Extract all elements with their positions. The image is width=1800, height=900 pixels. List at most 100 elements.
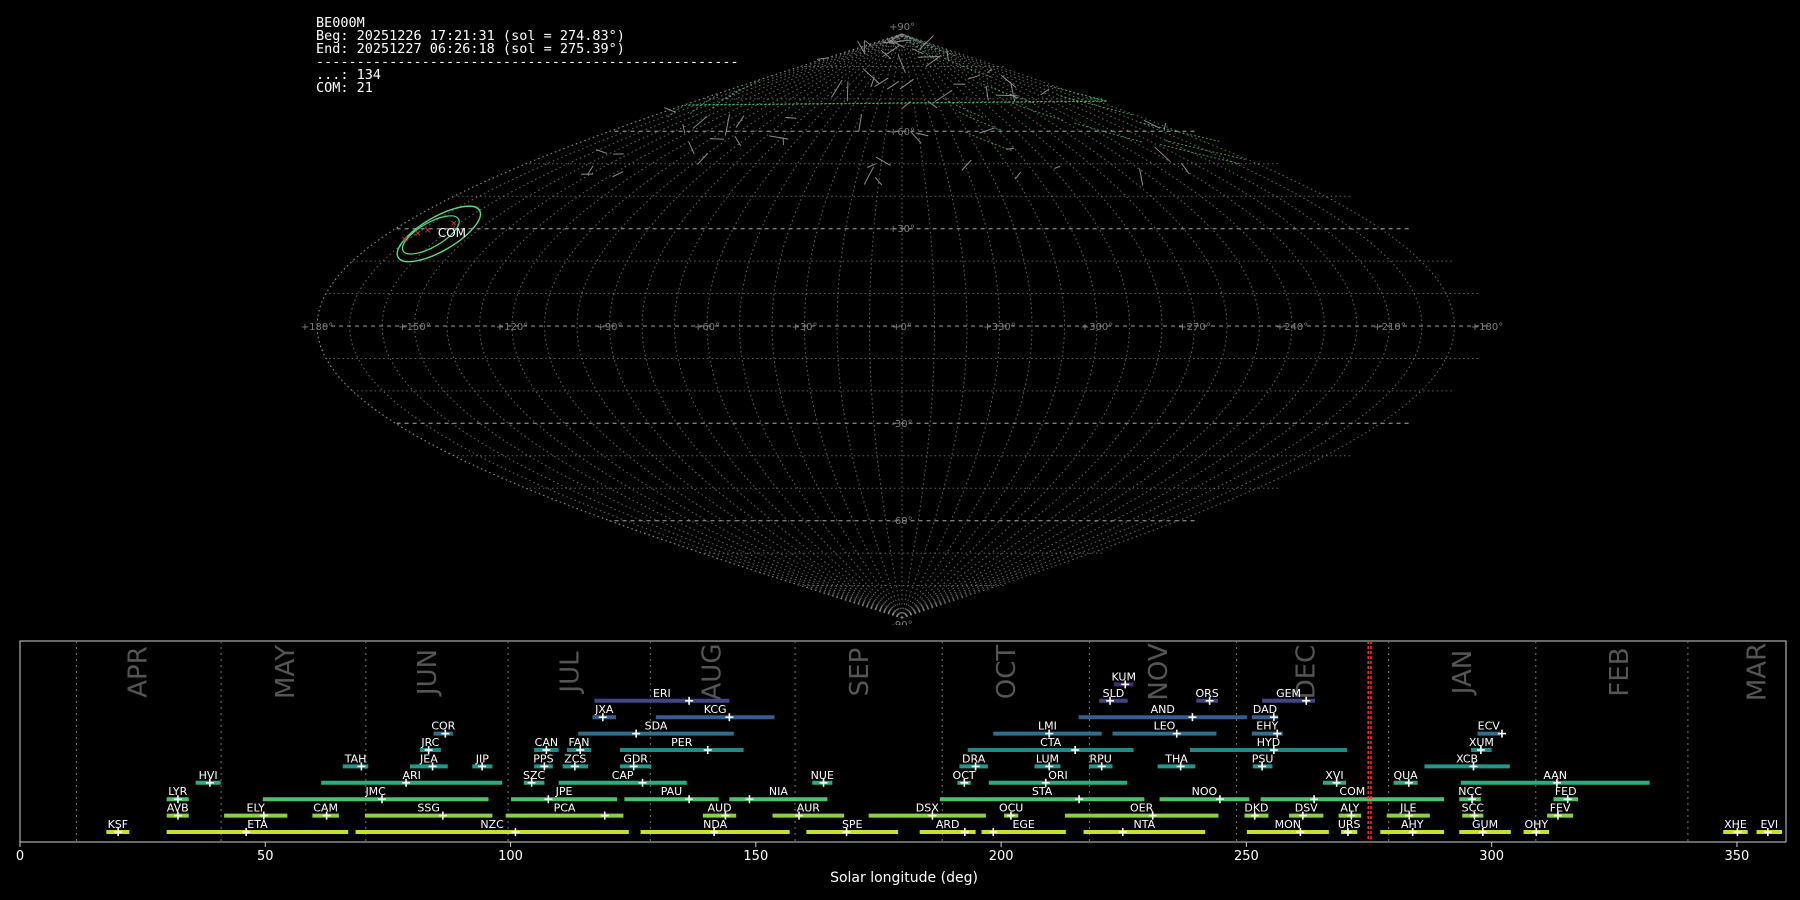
latitude-label: +30° [889, 224, 915, 235]
shower-label: AUD [708, 802, 732, 815]
shower-label: XVI [1325, 769, 1343, 782]
shower-ksf: KSF [106, 818, 130, 836]
latitude-label: -60° [891, 516, 912, 527]
shower-ard: ARD [919, 818, 976, 836]
shower-label: JEA [419, 752, 438, 765]
shower-hyd: HYD [1189, 736, 1347, 754]
x-axis-label: Solar longitude (deg) [830, 870, 978, 886]
shower-label: KUM [1112, 670, 1136, 683]
shower-label: GDR [623, 752, 648, 765]
shower-label: DKD [1244, 802, 1268, 815]
shower-gdr: GDR [619, 752, 652, 771]
shower-label: TAH [344, 752, 367, 765]
shower-psu: PSU [1252, 752, 1274, 771]
shower-szc: SZC [523, 769, 546, 787]
shower-trail [942, 97, 984, 118]
radiant-point: × [424, 226, 432, 236]
shower-label: ZCS [564, 752, 586, 765]
longitude-label: +120° [496, 322, 528, 333]
shower-cta: CTA [967, 736, 1134, 754]
shower-cor: COR [431, 720, 456, 738]
month-label: AUG [698, 644, 728, 701]
shower-xvi: XVI [1322, 769, 1346, 787]
shower-label: PCA [554, 802, 576, 815]
longitude-label: +90° [596, 322, 622, 333]
meteor-trail [724, 114, 730, 136]
shower-label: COR [431, 720, 455, 733]
shower-label: OER [1130, 802, 1154, 815]
longitude-label: +240° [1276, 322, 1308, 333]
shower-jpe: JPE [511, 785, 618, 804]
x-tick-label: 250 [1234, 849, 1259, 864]
shower-label: THA [1164, 752, 1188, 765]
meteor-trail [1054, 165, 1061, 169]
meteor-trail [1014, 171, 1021, 180]
shower-label: FAN [568, 736, 589, 749]
shower-label: LMI [1038, 720, 1057, 733]
shower-eta: ETA [166, 818, 349, 836]
shower-jle: JLE [1386, 802, 1430, 820]
shower-label: MON [1275, 818, 1301, 831]
shower-label: EVI [1760, 818, 1778, 831]
shower-tha: THA [1157, 752, 1196, 771]
meteor-trail [831, 79, 843, 98]
shower-label: AAN [1543, 769, 1567, 782]
shower-label: SZC [523, 769, 546, 782]
shower-label: JRC [420, 736, 439, 749]
longitude-label: +300° [1081, 322, 1113, 333]
shower-ely: ELY [224, 802, 288, 820]
shower-label: QUA [1393, 769, 1418, 782]
shower-hvi: HVI [195, 769, 221, 787]
shower-scc: SCC [1462, 802, 1484, 820]
shower-label: SSG [417, 802, 440, 815]
month-label: MAY [271, 645, 301, 699]
shower-dra: DRA [959, 752, 988, 771]
shower-avb: AVB [166, 802, 189, 820]
shower-label: ALY [1340, 802, 1359, 815]
shower-ari: ARI [321, 769, 503, 787]
shower-label: XCB [1456, 752, 1478, 765]
longitude-label: +180° [1471, 322, 1503, 333]
shower-label: LUM [1036, 752, 1059, 765]
shower-oct: OCT [953, 769, 976, 787]
shower-label: KSF [108, 818, 129, 831]
shower-label: COM [1339, 785, 1365, 798]
longitude-label: +150° [398, 322, 430, 333]
shower-xcb: XCB [1424, 752, 1510, 771]
shower-label: ORS [1195, 687, 1218, 700]
meteor-trail [875, 156, 891, 166]
meteor-trail [682, 124, 686, 134]
shower-label: DSV [1295, 802, 1318, 815]
shower-nda: NDA [640, 818, 790, 836]
shower-sta: STA [939, 785, 1145, 804]
shower-label: AND [1151, 703, 1175, 716]
shower-label: STA [1032, 785, 1053, 798]
longitude-label: +180° [301, 322, 333, 333]
shower-spe: SPE [806, 818, 899, 836]
shower-leo: LEO [1112, 720, 1217, 738]
shower-ehy: EHY [1251, 720, 1283, 738]
meteor-trail [934, 89, 953, 103]
shower-label: NDA [703, 818, 728, 831]
meteor-trail [863, 166, 874, 185]
shower-jxa: JXA [592, 703, 617, 722]
shower-and: AND [1078, 703, 1247, 722]
shower-can: CAN [534, 736, 559, 754]
shower-ahy: AHY [1380, 818, 1445, 836]
meteor-trail [858, 114, 863, 132]
shower-label: JXA [594, 703, 614, 716]
meteor-trail [916, 132, 929, 137]
shower-label: PPS [533, 752, 553, 765]
shower-label: KCG [704, 703, 727, 716]
shower-kum: KUM [1112, 670, 1136, 689]
shower-label: FEV [1550, 802, 1571, 815]
shower-label: NIA [769, 785, 788, 798]
shower-label: PSU [1252, 752, 1274, 765]
meteor-trail [846, 81, 849, 102]
shower-label: DAD [1253, 703, 1277, 716]
shower-label: CAP [612, 769, 634, 782]
shower-label: GEM [1276, 687, 1301, 700]
x-tick-label: 300 [1479, 849, 1504, 864]
x-tick-label: 150 [743, 849, 768, 864]
meteor-trail [899, 78, 914, 90]
